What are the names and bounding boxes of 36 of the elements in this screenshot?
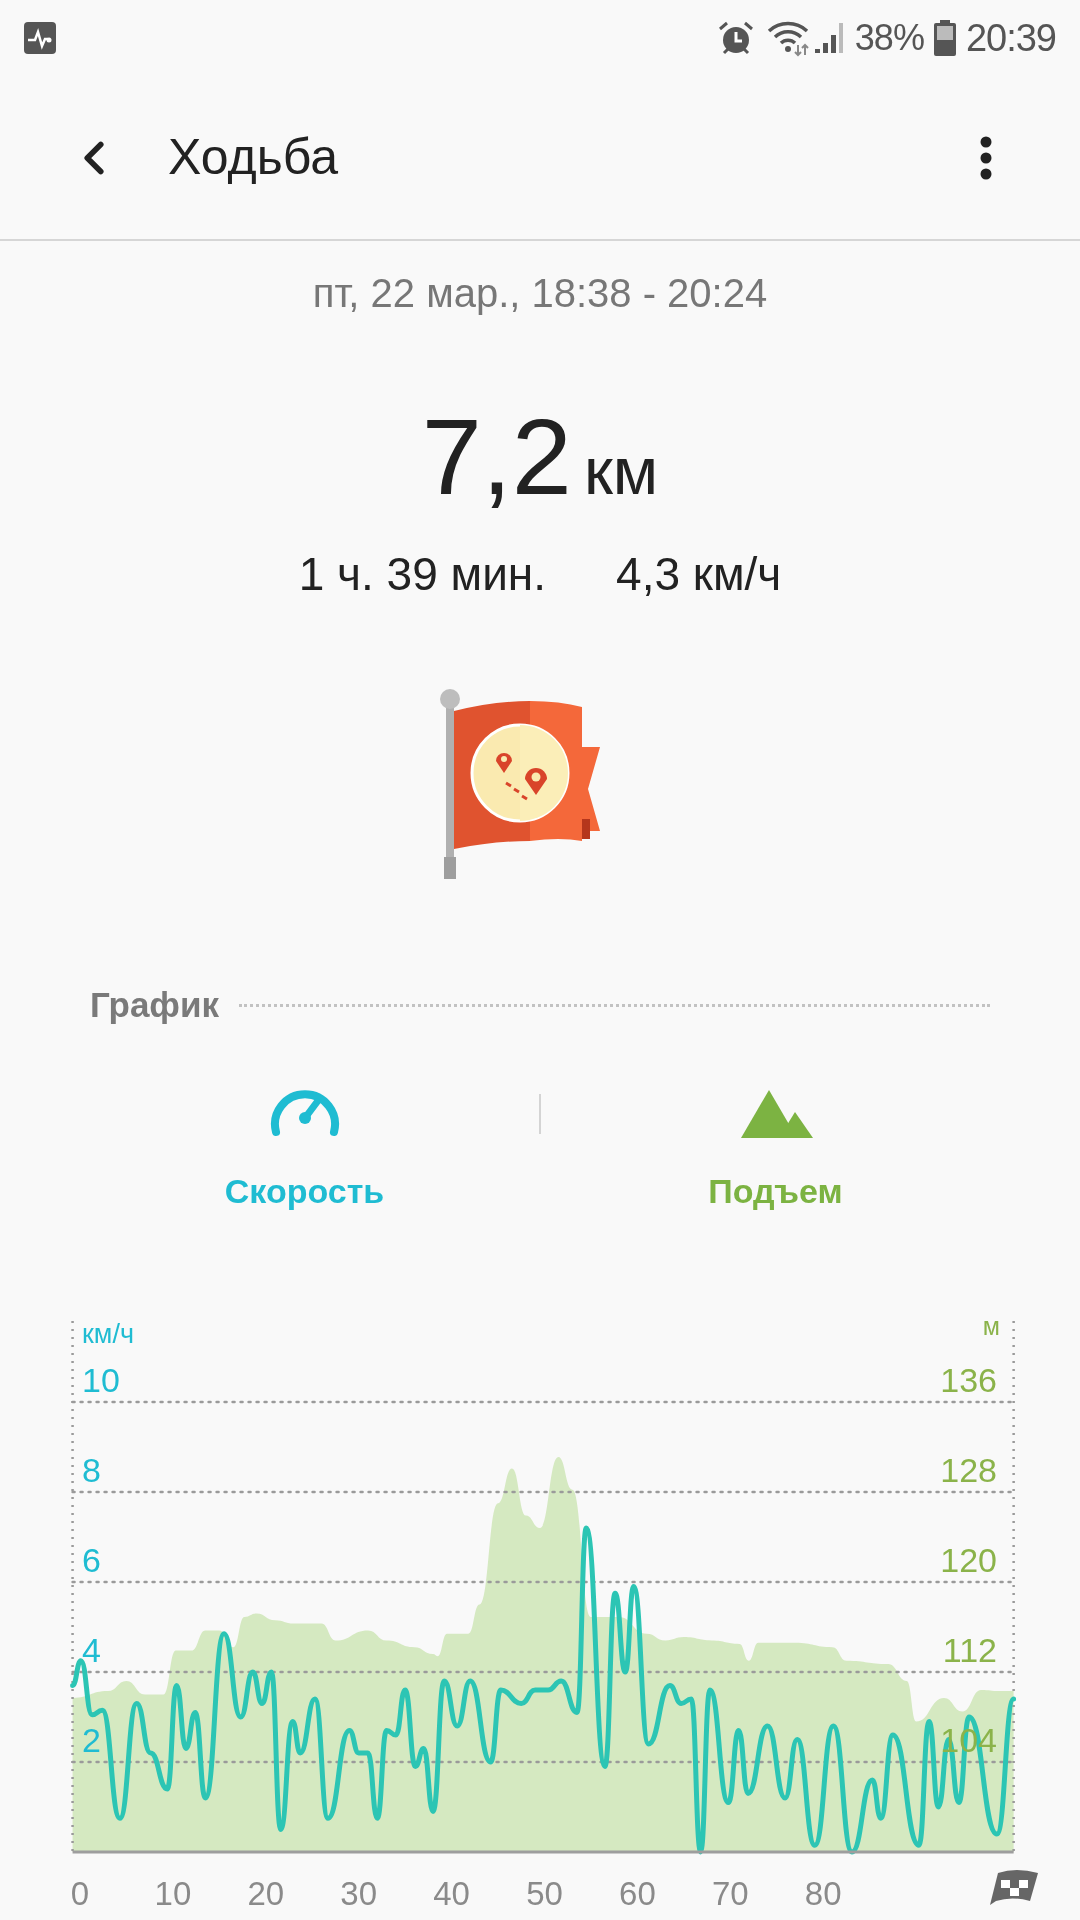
time-tick-label: 70 xyxy=(711,1875,749,1912)
elevation-tick-label: 136 xyxy=(940,1361,997,1399)
section-title: График xyxy=(90,984,219,1026)
battery-icon xyxy=(933,20,956,56)
page-title: Ходьба xyxy=(168,128,339,187)
speed-tick-label: 6 xyxy=(82,1541,101,1579)
clock-time: 20:39 xyxy=(965,19,1056,57)
elevation-tick-label: 112 xyxy=(942,1631,997,1669)
speed-tick-label: 4 xyxy=(82,1631,101,1669)
time-tick-label: 60 xyxy=(619,1875,656,1912)
speed-tick-label: 2 xyxy=(82,1721,101,1759)
elevation-tick-label: 120 xyxy=(940,1541,997,1579)
speed-tick-label: 8 xyxy=(82,1451,101,1489)
chart-toggle[interactable]: Скорость xyxy=(70,1081,539,1217)
speed-tick-label: 10 xyxy=(82,1361,120,1399)
elevation-axis-unit: м xyxy=(982,1312,1000,1340)
time-tick-label: 10 xyxy=(154,1875,192,1912)
alarm-clock-icon xyxy=(716,19,755,57)
average-speed: 4,3 км/ч xyxy=(616,551,782,597)
workout-duration: 1 ч. 39 мин. xyxy=(298,551,547,597)
time-tick-label: 80 xyxy=(804,1875,842,1912)
activity-icon xyxy=(24,22,56,54)
time-tick-label: 50 xyxy=(526,1875,563,1912)
chart-toggle[interactable]: Подъем xyxy=(541,1081,1010,1217)
distance-value: 7,2 xyxy=(421,403,572,511)
time-tick-label: 40 xyxy=(433,1875,470,1912)
workout-date: пт, 22 мар., 18:38 - 20:24 xyxy=(311,270,769,317)
time-tick-label: 20 xyxy=(247,1875,285,1912)
more-options-icon xyxy=(980,135,992,180)
speed-axis-unit: км/ч xyxy=(82,1319,134,1349)
time-tick-label: 30 xyxy=(340,1875,378,1912)
time-tick-label: 0 xyxy=(70,1875,90,1912)
elevation-tick-label: 128 xyxy=(940,1451,997,1489)
distance-unit: км xyxy=(583,438,659,504)
battery-percentage: 38% xyxy=(854,20,924,56)
finish-flag-icon xyxy=(990,1870,1038,1905)
